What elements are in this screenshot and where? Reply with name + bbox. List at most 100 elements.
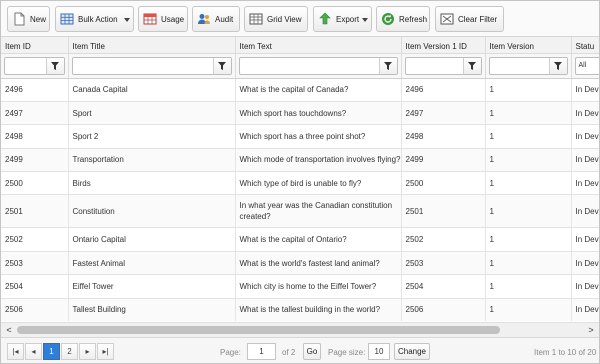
change-button[interactable]: Change [394,343,430,360]
column-header-item-version[interactable]: Item Version [485,37,572,54]
header-row: Item ID Item Title Item Text Item Versio… [1,37,599,54]
filter-cell-item-version-1-id [401,53,486,79]
toolbar: New Bulk Action Usage Audit Grid View Ex… [1,1,599,37]
cell-item-title: Ontario Capital [68,227,236,252]
cell-item-title: Birds [68,171,236,196]
cell-item-version: 1 [485,251,572,276]
filter-item-title-button[interactable] [212,57,231,74]
table-row[interactable]: 2497 Sport Which sport has touchdowns? 2497… [1,101,599,126]
filter-item-title-input[interactable] [72,57,213,74]
cell-item-version: 1 [485,78,572,102]
cell-item-id: 2501 [1,194,69,229]
first-page-button[interactable]: |◂ [7,343,24,360]
cell-status: In Deve [571,148,599,173]
audit-button[interactable]: Audit [192,6,240,32]
bulk-action-button[interactable]: Bulk Action [55,6,134,32]
cell-item-text: In what year was the Canadian constituti… [235,194,402,229]
cell-status: In Deve [571,298,599,321]
pager-summary: Item 1 to 10 of 20 [534,348,597,357]
cell-item-title: Sport 2 [68,124,236,149]
cell-item-id: 2503 [1,251,69,276]
cell-status: In Deve [571,124,599,149]
cell-status: In Deve [571,274,599,299]
filter-item-text-button[interactable] [378,57,397,74]
table-row[interactable]: 2502 Ontario Capital What is the capital o… [1,227,599,252]
scrollbar-thumb[interactable] [17,326,500,334]
next-page-button[interactable]: ▸ [79,343,96,360]
export-button[interactable]: Export [313,6,372,32]
column-header-item-title[interactable]: Item Title [68,37,236,54]
table-row[interactable]: 2504 Eiffel Tower Which city is home to th… [1,274,599,299]
cell-item-version-1-id: 2496 [401,78,486,102]
filter-item-version-1-id-button[interactable] [462,57,481,74]
filter-item-text-input[interactable] [239,57,379,74]
go-button[interactable]: Go [303,343,321,360]
cell-item-version-1-id: 2497 [401,101,486,126]
page-2-button[interactable]: 2 [61,343,78,360]
filter-item-version-input[interactable] [489,57,549,74]
filter-item-id [4,56,65,75]
cell-item-title: Canada Capital [68,78,236,102]
horizontal-scrollbar[interactable]: < > [1,322,599,337]
column-header-item-text[interactable]: Item Text [235,37,402,54]
usage-label: Usage [161,14,185,24]
filter-cell-item-title [68,53,236,79]
items-table: Item ID Item Title Item Text Item Versio… [1,37,599,321]
cell-item-version: 1 [485,227,572,252]
filter-item-version-1-id [404,56,482,75]
column-header-status[interactable]: Statu [571,37,599,54]
table-row[interactable]: 2499 Transportation Which mode of transpor… [1,148,599,173]
cell-item-id: 2499 [1,148,69,173]
cell-item-text: Which sport has touchdowns? [235,101,402,126]
usage-button[interactable]: Usage [138,6,188,32]
page-size-input[interactable]: 10 [368,343,390,360]
table-row[interactable]: 2496 Canada Capital What is the capital of… [1,78,599,102]
page-number-input[interactable]: 1 [247,343,276,360]
cell-item-version-1-id: 2502 [401,227,486,252]
cell-status: In Deve [571,251,599,276]
table-row[interactable]: 2500 Birds Which type of bird is unable to… [1,171,599,196]
cell-item-version: 1 [485,101,572,126]
new-button[interactable]: New [7,6,50,32]
cell-item-text: What is the capital of Canada? [235,78,402,102]
refresh-icon [381,12,395,26]
column-header-item-id[interactable]: Item ID [1,37,69,54]
table-row[interactable]: 2498 Sport 2 Which sport has a three point… [1,124,599,149]
data-grid: Item ID Item Title Item Text Item Versio… [1,37,599,321]
scroll-right-icon[interactable]: > [584,323,598,337]
filter-item-id-input[interactable] [5,57,46,74]
chevron-down-icon [362,18,368,22]
page-size-label: Page size: [328,348,366,357]
new-button-label: New [30,14,47,24]
scroll-left-icon[interactable]: < [2,323,16,337]
filter-item-id-button[interactable] [45,57,64,74]
grid-view-button[interactable]: Grid View [244,6,308,32]
previous-page-button[interactable]: ◂ [25,343,42,360]
table-row[interactable]: 2506 Tallest Building What is the tallest … [1,298,599,321]
filter-item-version-button[interactable] [548,57,567,74]
cell-item-id: 2498 [1,124,69,149]
cell-item-text: What is the tallest building in the worl… [235,298,402,321]
refresh-button[interactable]: Refresh [376,6,430,32]
filter-item-version-1-id-input[interactable] [405,57,463,74]
cell-item-version-1-id: 2499 [401,148,486,173]
filter-funnel-icon [554,61,562,70]
column-header-item-version-1-id[interactable]: Item Version 1 ID [401,37,486,54]
new-document-icon [12,12,26,26]
table-row[interactable]: 2501 Constitution In what year was the Can… [1,194,599,229]
last-page-button[interactable]: ▸| [97,343,114,360]
cell-item-version: 1 [485,124,572,149]
filter-status-select[interactable]: All [574,56,599,75]
cell-item-text: Which type of bird is unable to fly? [235,171,402,196]
page-1-button[interactable]: 1 [43,343,60,360]
cell-item-id: 2497 [1,101,69,126]
page-label: Page: [220,348,241,357]
filter-item-version [488,56,568,75]
cell-item-version: 1 [485,148,572,173]
filter-item-title [71,56,232,75]
table-row[interactable]: 2503 Fastest Animal What is the world's fa… [1,251,599,276]
bulk-action-grid-icon [60,12,74,26]
cell-item-version-1-id: 2504 [401,274,486,299]
cell-item-id: 2500 [1,171,69,196]
clear-filter-button[interactable]: Clear Filter [435,6,504,32]
